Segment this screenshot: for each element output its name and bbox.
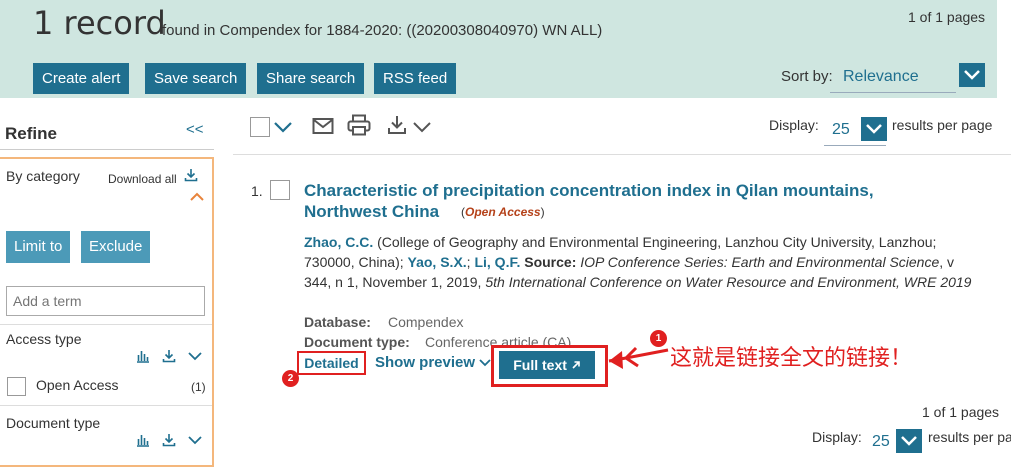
header-edge xyxy=(997,0,1011,98)
print-icon[interactable] xyxy=(347,114,371,136)
rss-feed-button[interactable]: RSS feed xyxy=(374,63,457,94)
results-per-page-label-bottom: results per page xyxy=(928,429,1011,445)
source-label: Source: xyxy=(520,254,581,270)
download-all-link[interactable]: Download all xyxy=(108,172,177,186)
create-alert-button[interactable]: Create alert xyxy=(33,63,130,94)
display-count-select[interactable]: 25 xyxy=(832,121,850,139)
display-dropdown-button[interactable] xyxy=(861,117,887,141)
sort-label: Sort by: xyxy=(781,68,833,85)
share-search-button[interactable]: Share search xyxy=(257,63,365,94)
author-link[interactable]: Li, Q.F. xyxy=(474,254,520,270)
database-label: Database: xyxy=(304,314,371,330)
limit-to-button[interactable]: Limit to xyxy=(6,231,71,263)
conference-name: 5th International Conference on Water Re… xyxy=(485,274,972,290)
collapse-panel-link[interactable]: << xyxy=(186,121,204,138)
annotation-arrow-icon xyxy=(608,346,669,369)
full-text-button[interactable]: Full text xyxy=(499,351,595,379)
open-access-checkbox[interactable] xyxy=(7,377,26,396)
by-category-label: By category xyxy=(6,168,80,184)
results-per-page-label: results per page xyxy=(892,117,993,133)
divider xyxy=(0,149,214,150)
document-type-actions xyxy=(136,433,202,447)
full-text-label: Full text xyxy=(513,357,567,373)
add-term-input[interactable] xyxy=(6,286,205,316)
display-label-bottom: Display: xyxy=(812,429,862,445)
database-row: Database: Compendex xyxy=(304,314,464,330)
open-access-facet-count: (1) xyxy=(191,380,206,394)
result-number: 1. xyxy=(251,183,263,199)
source-title: IOP Conference Series: Earth and Environ… xyxy=(580,254,940,270)
bar-chart-icon[interactable] xyxy=(136,349,150,363)
divider xyxy=(0,405,212,406)
save-search-button[interactable]: Save search xyxy=(145,63,247,94)
external-link-icon xyxy=(572,361,580,369)
show-preview-text: Show preview xyxy=(375,354,476,371)
bar-chart-icon[interactable] xyxy=(136,433,150,447)
show-preview-link[interactable]: Show preview xyxy=(375,354,491,371)
exclude-button[interactable]: Exclude xyxy=(81,231,151,263)
divider xyxy=(0,324,212,325)
select-all-checkbox[interactable] xyxy=(250,117,270,137)
download-icon[interactable] xyxy=(184,168,198,182)
sort-dropdown-button[interactable] xyxy=(959,63,985,87)
page-count-bottom: 1 of 1 pages xyxy=(922,404,1000,420)
download-icon[interactable] xyxy=(162,433,176,447)
download-icon[interactable] xyxy=(387,115,407,135)
display-dropdown-button-bottom[interactable] xyxy=(896,429,922,453)
sort-underline xyxy=(830,92,956,93)
chevron-down-icon xyxy=(901,436,917,446)
display-count-select-bottom[interactable]: 25 xyxy=(872,433,890,451)
download-icon[interactable] xyxy=(162,349,176,363)
chevron-down-icon[interactable] xyxy=(413,122,431,133)
author-link[interactable]: Yao, S.X. xyxy=(408,254,467,270)
open-access-badge: (Open Access) xyxy=(461,205,545,219)
chevron-down-icon xyxy=(964,70,980,80)
annotation-badge-2: 2 xyxy=(282,370,299,387)
document-type-heading: Document type xyxy=(6,415,101,431)
chevron-up-icon[interactable] xyxy=(190,192,204,201)
result-title-link[interactable]: Characteristic of precipitation concentr… xyxy=(304,180,944,222)
result-checkbox[interactable] xyxy=(270,180,290,200)
document-type-label: Document type: xyxy=(304,334,410,350)
chevron-down-icon xyxy=(866,124,882,134)
open-access-facet-label: Open Access xyxy=(36,377,119,393)
access-type-heading: Access type xyxy=(6,331,82,347)
chevron-down-icon[interactable] xyxy=(188,435,202,445)
page-count-top: 1 of 1 pages xyxy=(908,9,986,25)
query-summary: found in Compendex for 1884-2020: ((2020… xyxy=(162,22,603,39)
chevron-down-icon xyxy=(479,359,491,367)
result-citation: Zhao, C.C. (College of Geography and Env… xyxy=(304,234,972,290)
database-value: Compendex xyxy=(388,314,464,330)
chevron-down-icon[interactable] xyxy=(274,122,292,133)
display-label: Display: xyxy=(769,117,819,133)
annotation-note: 这就是链接全文的链接！ xyxy=(670,346,913,371)
access-type-actions xyxy=(136,349,202,363)
display-underline xyxy=(824,145,886,146)
detailed-link[interactable]: Detailed xyxy=(297,351,366,375)
divider xyxy=(233,154,1011,155)
record-count: 1 record xyxy=(33,4,166,42)
refine-title: Refine xyxy=(5,124,57,143)
chevron-down-icon[interactable] xyxy=(188,351,202,361)
email-icon[interactable] xyxy=(312,117,334,135)
author-link[interactable]: Zhao, C.C. xyxy=(304,234,373,250)
open-access-text: Open Access xyxy=(465,205,541,219)
sort-select[interactable]: Relevance xyxy=(843,68,919,86)
